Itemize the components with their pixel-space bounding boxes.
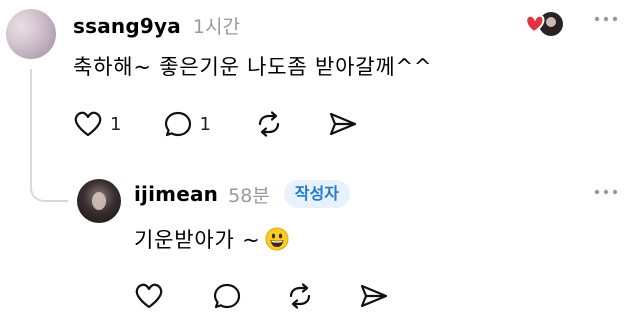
heart-icon bbox=[135, 283, 163, 309]
repost-icon bbox=[258, 111, 280, 137]
reply-reply-button[interactable] bbox=[212, 282, 242, 310]
comment-bubble-icon bbox=[213, 283, 241, 309]
reply-repost-button[interactable] bbox=[284, 282, 316, 310]
reply-more-options-button[interactable] bbox=[593, 188, 619, 196]
more-icon bbox=[594, 16, 618, 22]
comment-text: 축하해~ 좋은기운 나도좀 받아갈께^^ bbox=[73, 55, 433, 79]
author-liked-indicator bbox=[524, 11, 564, 37]
comment-time: 1시간 bbox=[192, 16, 240, 38]
avatar[interactable] bbox=[6, 9, 56, 59]
repost-icon bbox=[289, 283, 311, 309]
reply-actions bbox=[134, 282, 390, 310]
reply-count: 1 bbox=[199, 113, 211, 135]
reply-avatar[interactable] bbox=[77, 179, 121, 223]
comment-username[interactable]: ssang9ya bbox=[73, 14, 181, 38]
send-icon bbox=[360, 284, 388, 308]
reply-text: 기운받아가 ~ bbox=[134, 228, 261, 252]
grinning-face-icon bbox=[265, 227, 289, 251]
comment-header: ssang9ya 1시간 bbox=[73, 12, 240, 39]
share-button[interactable] bbox=[327, 110, 359, 138]
heart-filled-icon bbox=[525, 12, 563, 36]
reply-username[interactable]: ijimean bbox=[134, 182, 218, 206]
more-icon bbox=[594, 189, 618, 195]
author-badge: 작성자 bbox=[283, 180, 350, 208]
more-options-button[interactable] bbox=[593, 15, 619, 23]
reply-time: 58분 bbox=[228, 184, 270, 207]
reply-text-row: 기운받아가 ~ bbox=[134, 224, 289, 254]
reply-like-button[interactable] bbox=[134, 282, 164, 310]
thread-connector bbox=[30, 176, 68, 202]
send-icon bbox=[329, 112, 357, 136]
reply-header: ijimean 58분 작성자 bbox=[134, 180, 350, 208]
reply-share-button[interactable] bbox=[358, 282, 390, 310]
like-count: 1 bbox=[110, 113, 122, 135]
heart-icon bbox=[74, 111, 102, 137]
repost-button[interactable] bbox=[253, 110, 285, 138]
like-button[interactable]: 1 bbox=[73, 110, 121, 138]
comment-bubble-icon bbox=[165, 111, 192, 137]
comment-actions: 1 1 bbox=[73, 110, 359, 138]
thread-line bbox=[30, 69, 32, 190]
reply-button[interactable]: 1 bbox=[163, 110, 211, 138]
